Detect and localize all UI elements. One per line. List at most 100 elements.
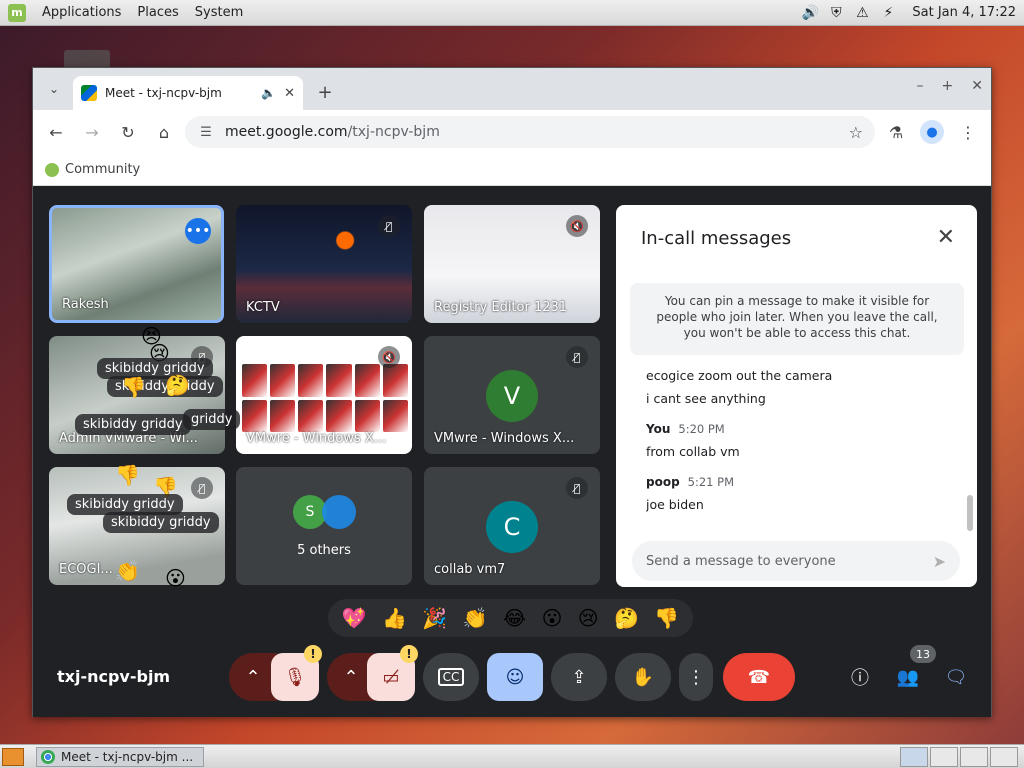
reaction-thinking-icon[interactable]: 🤔 — [614, 606, 639, 630]
profile-avatar-icon[interactable]: ● — [920, 120, 944, 144]
control-bar: txj-ncpv-bjm ⌃ 🎙 ! ⌃ ▭̸ ! CC ☺ ⇪ ✋ ⋮ ☎ ⓘ… — [33, 645, 991, 715]
workspace-4[interactable] — [990, 746, 1018, 767]
message-time: 5:20 PM — [678, 422, 725, 436]
leave-call-button[interactable]: ☎ — [723, 653, 795, 701]
workspace-3[interactable] — [960, 746, 988, 767]
emoji-icon: ☺ — [505, 666, 525, 688]
present-button[interactable]: ⇪ — [551, 653, 607, 701]
forward-button[interactable]: → — [77, 117, 107, 147]
volume-icon[interactable]: 🔊 — [800, 4, 820, 22]
participant-tile[interactable]: 🎙̸ V VMwre - Windows X... — [424, 336, 600, 454]
update-alert-icon[interactable]: ⚠ — [852, 4, 872, 22]
shield-icon[interactable]: ⛨ — [826, 4, 846, 22]
mic-off-icon: 🎙̸ — [566, 346, 588, 368]
present-screen-icon: ⇪ — [571, 666, 587, 688]
mic-off-icon: 🎙 — [283, 666, 307, 688]
message-header: You 5:20 PM — [646, 422, 956, 436]
chat-title: In-call messages — [641, 228, 792, 249]
people-icon[interactable]: 👥 — [894, 663, 922, 691]
avatar-others-icon — [322, 495, 356, 529]
bookmark-star-icon[interactable]: ☆ — [849, 123, 863, 142]
window-close-icon[interactable]: ✕ — [971, 78, 983, 94]
home-button[interactable]: ⌂ — [149, 117, 179, 147]
clock[interactable]: Sat Jan 4, 17:22 — [912, 5, 1016, 20]
tab-strip: ⌄ Meet - txj-ncpv-bjm 🔈 ✕ + – + ✕ — [33, 68, 991, 110]
reaction-bar: 💖 👍 🎉 👏 😂 😮 😢 🤔 👎 — [328, 599, 693, 637]
url-host: meet.google.com — [225, 124, 348, 140]
audio-playing-icon[interactable]: 🔈 — [261, 86, 276, 100]
camera-warning-icon: ! — [400, 645, 418, 663]
chat-input[interactable]: Send a message to everyone ➤ — [632, 541, 960, 581]
taskbar-window-meet[interactable]: Meet - txj-ncpv-bjm ... — [36, 746, 204, 767]
reload-button[interactable]: ↻ — [113, 117, 143, 147]
participant-tile[interactable]: 🔇 Registry Editor 1231 — [424, 205, 600, 323]
participant-name: VMwre - Windows X... — [246, 431, 387, 446]
chat-close-icon[interactable]: ✕ — [937, 225, 955, 250]
more-options-button[interactable]: ⋮ — [679, 653, 713, 701]
system-menu[interactable]: System — [187, 5, 251, 20]
participant-tile[interactable]: 🔇 VMwre - Windows X... — [236, 336, 412, 454]
chat-input-placeholder: Send a message to everyone — [646, 553, 836, 569]
url-path: /txj-ncpv-bjm — [347, 124, 440, 140]
reaction-surprised-icon[interactable]: 😮 — [542, 606, 563, 630]
maximize-icon[interactable]: + — [942, 78, 954, 94]
reaction-bubble: griddy — [183, 409, 241, 430]
participant-tile[interactable]: 🎙̸ C collab vm7 — [424, 467, 600, 585]
reaction-cry-icon[interactable]: 😢 — [578, 606, 599, 630]
window-controls: – + ✕ — [917, 78, 983, 94]
show-desktop-button[interactable] — [2, 747, 24, 766]
bookmarks-bar: Community — [33, 154, 991, 186]
taskbar: Meet - txj-ncpv-bjm ... — [0, 744, 1024, 768]
back-button[interactable]: ← — [41, 117, 71, 147]
mic-warning-icon: ! — [304, 645, 322, 663]
tab-search-icon[interactable]: ⌄ — [41, 76, 67, 102]
participant-tile[interactable]: ••• Rakesh — [49, 205, 224, 323]
network-icon[interactable]: ⚡ — [878, 4, 898, 22]
camera-off-icon: ▭̸ — [382, 666, 400, 688]
workspace-2[interactable] — [930, 746, 958, 767]
chat-panel: In-call messages ✕ You can pin a message… — [616, 205, 977, 587]
mint-logo-icon[interactable]: m — [8, 3, 26, 22]
bookmark-community[interactable]: Community — [65, 162, 140, 177]
audio-options-button[interactable]: ⌃ — [229, 653, 277, 701]
reaction-bubble: skibiddy griddy — [75, 414, 191, 435]
site-info-icon[interactable]: ☰ — [197, 123, 215, 141]
tab-meet[interactable]: Meet - txj-ncpv-bjm 🔈 ✕ — [73, 76, 303, 110]
browser-menu-icon[interactable]: ⋮ — [953, 117, 983, 147]
chat-icon[interactable]: 🗨 — [942, 663, 970, 691]
chat-scrollbar[interactable] — [967, 495, 973, 531]
labs-flask-icon[interactable]: ⚗ — [881, 117, 911, 147]
message-sender: You — [646, 422, 671, 436]
reaction-thumbs-down-icon[interactable]: 👎 — [654, 606, 679, 630]
reaction-clap-icon[interactable]: 👏 — [463, 606, 488, 630]
places-menu[interactable]: Places — [129, 5, 186, 20]
reaction-party-icon[interactable]: 🎉 — [422, 606, 447, 630]
address-bar[interactable]: ☰ meet.google.com/txj-ncpv-bjm ☆ — [185, 116, 875, 148]
reactions-button[interactable]: ☺ — [487, 653, 543, 701]
applications-menu[interactable]: Applications — [34, 5, 129, 20]
meeting-code: txj-ncpv-bjm — [57, 667, 171, 686]
minimize-icon[interactable]: – — [917, 78, 924, 94]
reaction-thumbs-up-icon[interactable]: 👍 — [382, 606, 407, 630]
avatar-v: V — [486, 370, 538, 422]
reaction-laugh-icon[interactable]: 😂 — [503, 606, 526, 630]
reaction-heart-icon[interactable]: 💖 — [342, 606, 367, 630]
participant-name: VMwre - Windows X... — [434, 431, 575, 446]
more-options-icon[interactable]: ••• — [185, 218, 211, 244]
system-tray: 🔊 ⛨ ⚠ ⚡ Sat Jan 4, 17:22 — [800, 4, 1024, 22]
tab-close-icon[interactable]: ✕ — [284, 86, 295, 101]
screen-share-thumbnails — [242, 364, 408, 432]
captions-button[interactable]: CC — [423, 653, 479, 701]
captions-icon: CC — [437, 668, 465, 686]
reaction-bubble: skibiddy griddy — [103, 512, 219, 533]
new-tab-button[interactable]: + — [311, 78, 339, 106]
workspace-1[interactable] — [900, 746, 928, 767]
send-icon[interactable]: ➤ — [933, 552, 946, 571]
others-tile[interactable]: S 5 others — [236, 467, 412, 585]
meeting-info-icon[interactable]: ⓘ — [846, 663, 874, 691]
participant-tile[interactable]: 🎙̸ KCTV — [236, 205, 412, 323]
raise-hand-button[interactable]: ✋ — [615, 653, 671, 701]
participant-name: KCTV — [246, 300, 280, 315]
profile-slot: ● — [917, 117, 947, 147]
mic-off-icon: 🎙̸ — [378, 215, 400, 237]
